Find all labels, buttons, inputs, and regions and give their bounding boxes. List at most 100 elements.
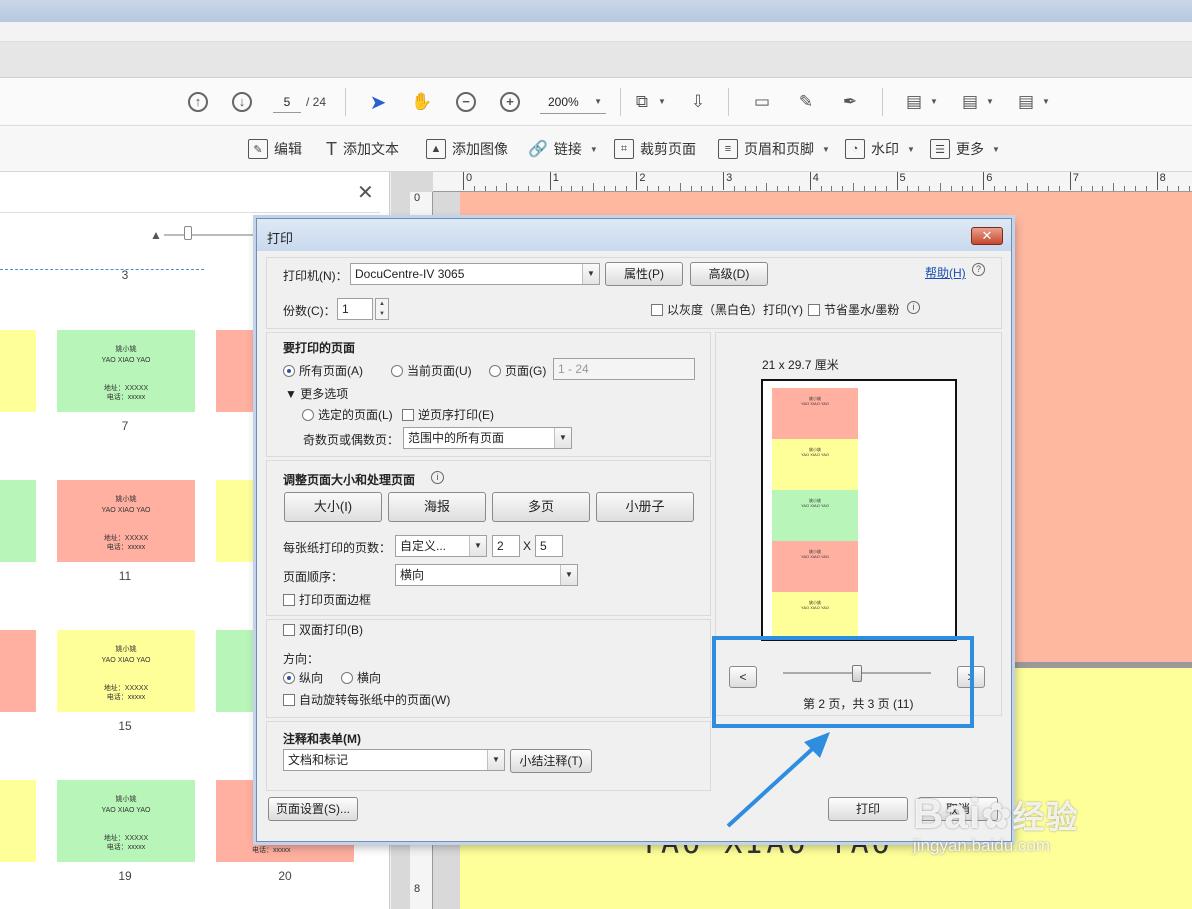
settings-doc-button[interactable]: ▤ [958, 90, 982, 114]
close-button[interactable]: ✕ [971, 227, 1003, 245]
selected-pages-radio[interactable] [302, 409, 314, 421]
page-range-label: 页面(G) [505, 364, 547, 378]
highlight-button[interactable]: ✎ [794, 90, 818, 114]
page-order-select[interactable]: 横向 ▼ [395, 564, 578, 586]
pen-icon: ✎ [798, 92, 814, 111]
summarize-comments-button[interactable]: 小结注释(T) [510, 749, 592, 773]
advanced-button[interactable]: 高级(D) [690, 262, 768, 286]
header-footer-button[interactable]: ≡ 页眉和页脚 ▼ [718, 138, 830, 160]
thumbnail-18[interactable] [0, 780, 36, 862]
rows-input[interactable]: 5 [535, 535, 563, 557]
current-page-option[interactable]: 当前页面(U) [391, 362, 472, 379]
zoom-select[interactable]: 200% ▼ [540, 92, 606, 114]
auto-rotate-checkbox[interactable] [283, 694, 295, 706]
zoom-out-button[interactable]: − [454, 90, 478, 114]
hand-tool-button[interactable]: ✋ [410, 90, 434, 114]
zoom-in-button[interactable]: + [498, 90, 522, 114]
page-number-input[interactable]: 5 [273, 91, 301, 113]
thumbnail-16[interactable] [216, 630, 256, 712]
create-pdf-button[interactable]: ▤ [902, 90, 926, 114]
add-image-button[interactable]: ▲ 添加图像 [426, 138, 508, 160]
thumb-number: 7 [121, 419, 129, 433]
thumbnail-6[interactable] [0, 330, 36, 412]
page-setup-button[interactable]: 页面设置(S)... [268, 797, 358, 821]
ruler-tick-label: 0 [463, 172, 472, 190]
ruler-minor-tick [994, 186, 996, 191]
grayscale-option[interactable]: 以灰度（黑白色）打印(Y) [651, 301, 803, 318]
size-button[interactable]: 大小(I) [284, 492, 382, 522]
thumb-size-slider[interactable] [164, 234, 256, 236]
edit-button[interactable]: ✎ 编辑 [248, 138, 302, 160]
more-options-toggle[interactable]: ▼ 更多选项 [285, 385, 348, 402]
all-pages-option[interactable]: 所有页面(A) [283, 362, 363, 379]
thumbnail-15[interactable]: 姚小姚 YAO XIAO YAO 地址：XXXXX 电话：xxxxx [57, 630, 195, 712]
page-range-input[interactable]: 1 - 24 [553, 358, 695, 380]
duplex-label: 双面打印(B) [299, 623, 363, 637]
duplex-checkbox[interactable] [283, 624, 295, 636]
page-range-radio[interactable] [489, 365, 501, 377]
watermark-button[interactable]: ◔ 水印 ▼ [845, 138, 915, 160]
next-page-button[interactable]: ↓ [230, 90, 254, 114]
scroll-mode-button[interactable]: ⇩ [686, 90, 710, 114]
thumbnail-11[interactable]: 姚小姚 YAO XIAO YAO 地址：XXXXX 电话：xxxxx [57, 480, 195, 562]
booklet-button[interactable]: 小册子 [596, 492, 694, 522]
info-icon[interactable]: i [907, 301, 920, 314]
comment-button[interactable]: ▭ [750, 90, 774, 114]
page-range-option[interactable]: 页面(G) [489, 362, 546, 379]
multiple-button[interactable]: 多页 [492, 492, 590, 522]
landscape-radio[interactable] [341, 672, 353, 684]
print-border-option[interactable]: 打印页面边框 [283, 591, 371, 608]
selected-pages-option[interactable]: 选定的页面(L) [302, 406, 393, 423]
comments-select[interactable]: 文档和标记 ▼ [283, 749, 505, 771]
reverse-pages-option[interactable]: 逆页序打印(E) [402, 406, 494, 423]
copies-input[interactable]: 1 [337, 298, 373, 320]
card-address: 地址：XXXXX [103, 685, 149, 692]
ruler-minor-tick [755, 186, 757, 191]
columns-input[interactable]: 2 [492, 535, 520, 557]
thumbnail-10[interactable] [0, 480, 36, 562]
reverse-pages-checkbox[interactable] [402, 409, 414, 421]
poster-button[interactable]: 海报 [388, 492, 486, 522]
print-button[interactable]: 打印 [828, 797, 908, 821]
more-button[interactable]: ☰ 更多 ▼ [930, 138, 1000, 160]
landscape-option[interactable]: 横向 [341, 669, 381, 686]
print-preview: 姚小姚 YAO XIAO YAO 姚小姚 YAO XIAO YAO 姚小姚 YAO X… [761, 379, 957, 641]
ruler-minor-tick [939, 183, 941, 191]
select-tool-button[interactable]: ➤ [366, 90, 390, 114]
export-button[interactable]: ▤ [1014, 90, 1038, 114]
thumbnail-14[interactable] [0, 630, 36, 712]
annotation-highlight-box [712, 636, 974, 728]
thumbnail-12[interactable] [216, 480, 256, 562]
thumbnail-7[interactable]: 姚小姚 YAO XIAO YAO 地址：XXXXX 电话：xxxxx [57, 330, 195, 412]
add-text-button[interactable]: T 添加文本 [326, 138, 399, 160]
properties-button[interactable]: 属性(P) [605, 262, 683, 286]
portrait-option[interactable]: 纵向 [283, 669, 323, 686]
thumbnail-8[interactable] [216, 330, 256, 412]
info-icon[interactable]: i [431, 471, 444, 484]
print-border-checkbox[interactable] [283, 594, 295, 606]
pages-per-sheet-select[interactable]: 自定义... ▼ [395, 535, 487, 557]
thumbnail-19[interactable]: 姚小姚 YAO XIAO YAO 地址：XXXXX 电话：xxxxx [57, 780, 195, 862]
save-ink-option[interactable]: 节省墨水/墨粉 [808, 301, 899, 318]
current-page-radio[interactable] [391, 365, 403, 377]
watermark-label: 水印 [871, 141, 899, 157]
copies-spinner[interactable]: ▲ ▼ [375, 298, 389, 320]
grayscale-checkbox[interactable] [651, 304, 663, 316]
prev-page-button[interactable]: ↑ [186, 90, 210, 114]
printer-select[interactable]: DocuCentre-IV 3065 ▼ [350, 263, 600, 285]
fit-page-button[interactable]: ⧉ [630, 90, 654, 114]
portrait-radio[interactable] [283, 672, 295, 684]
auto-rotate-option[interactable]: 自动旋转每张纸中的页面(W) [283, 691, 450, 708]
save-ink-checkbox[interactable] [808, 304, 820, 316]
crop-button[interactable]: ⌗ 裁剪页面 [614, 138, 696, 160]
odd-even-select[interactable]: 范围中的所有页面 ▼ [403, 427, 572, 449]
duplex-option[interactable]: 双面打印(B) [283, 621, 363, 638]
help-icon[interactable]: ? [972, 263, 985, 276]
thumb-size-handle[interactable] [184, 226, 192, 240]
link-button[interactable]: 🔗 链接 ▼ [528, 138, 598, 160]
help-link[interactable]: 帮助(H) [925, 264, 966, 281]
close-panel-icon[interactable]: ✕ [357, 180, 374, 205]
all-pages-radio[interactable] [283, 365, 295, 377]
sign-button[interactable]: ✒ [838, 90, 862, 114]
zoom-value: 200% [548, 95, 579, 109]
